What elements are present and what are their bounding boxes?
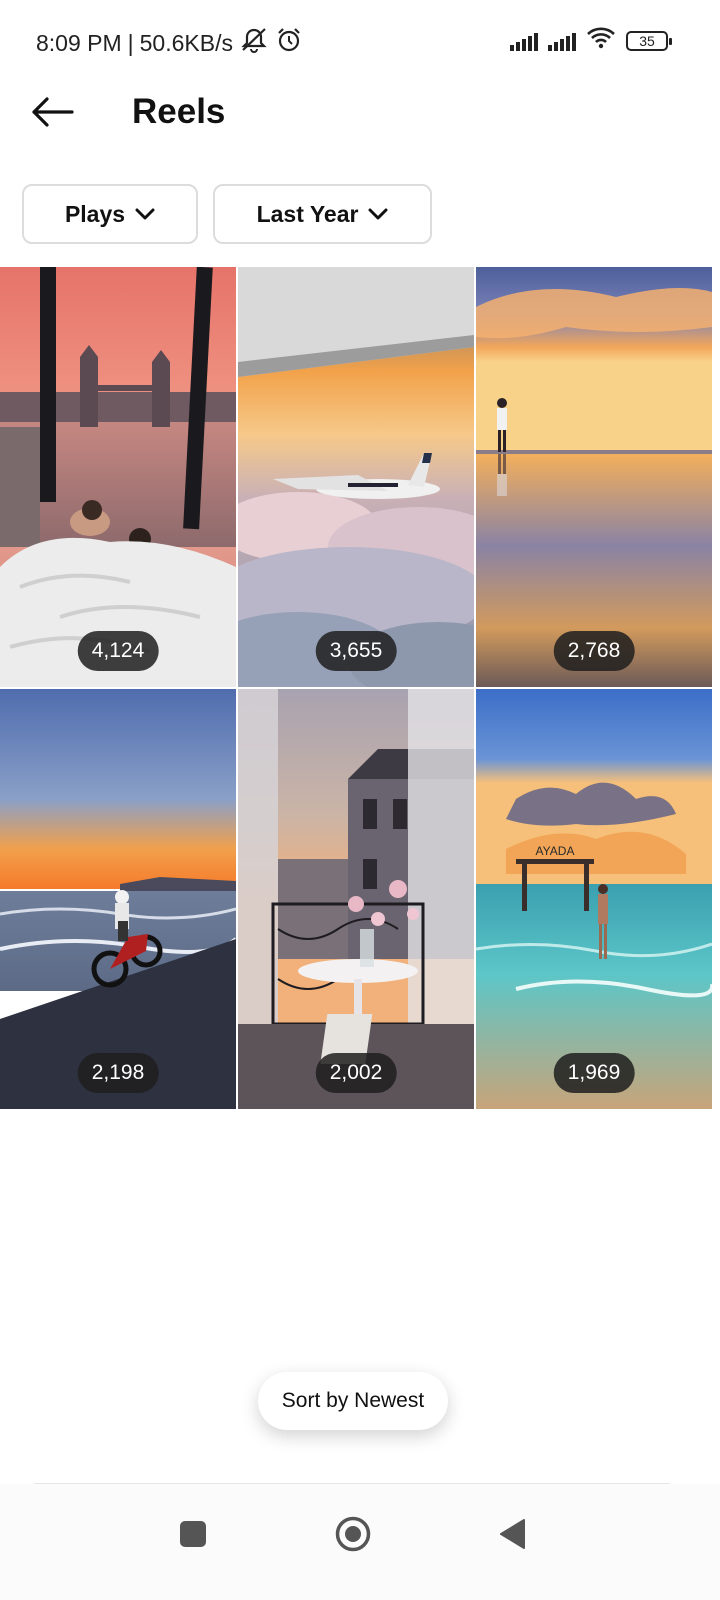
reel-tile[interactable]: 2,002 — [238, 689, 474, 1109]
reel-thumbnail — [238, 267, 474, 687]
status-bar: 8:09 PM | 50.6KB/s 35 — [0, 0, 720, 80]
signal-icon — [548, 31, 576, 51]
reel-thumbnail — [0, 689, 236, 1109]
period-filter-dropdown[interactable]: Last Year — [213, 184, 432, 244]
reel-thumbnail — [476, 267, 712, 687]
wifi-icon — [586, 26, 616, 55]
reel-tile[interactable]: 4,124 — [0, 267, 236, 687]
arrow-left-icon — [32, 97, 74, 127]
reel-sign-text: AYADA — [536, 844, 575, 858]
play-count-badge: 4,124 — [77, 631, 159, 671]
metric-filter-dropdown[interactable]: Plays — [22, 184, 198, 244]
reel-tile[interactable]: AYADA 1,969 — [476, 689, 712, 1109]
play-count-badge: 2,002 — [315, 1053, 397, 1093]
triangle-back-icon — [500, 1519, 525, 1549]
reel-thumbnail — [238, 689, 474, 1109]
system-nav-bar — [0, 1484, 720, 1600]
signal-icon — [510, 31, 538, 51]
reel-thumbnail: AYADA — [476, 689, 712, 1109]
status-time: 8:09 PM — [36, 29, 122, 56]
status-speed: 50.6KB/s — [139, 29, 233, 56]
square-icon — [180, 1521, 206, 1547]
reel-tile[interactable]: 2,768 — [476, 267, 712, 687]
circle-icon — [335, 1516, 371, 1552]
page-title: Reels — [132, 92, 226, 131]
status-left: 8:09 PM | 50.6KB/s — [36, 26, 303, 60]
recents-button[interactable] — [165, 1506, 221, 1562]
reel-tile[interactable]: 2,198 — [0, 689, 236, 1109]
battery-icon: 35 — [626, 30, 672, 51]
status-separator: | — [127, 29, 134, 56]
status-right: 35 — [510, 26, 672, 55]
play-count-badge: 1,969 — [553, 1053, 635, 1093]
chevron-down-icon — [135, 208, 155, 220]
period-filter-label: Last Year — [256, 200, 359, 227]
sort-button[interactable]: Sort by Newest — [258, 1372, 448, 1430]
reel-thumbnail — [0, 267, 236, 687]
chevron-down-icon — [368, 208, 388, 220]
play-count-badge: 2,768 — [553, 631, 635, 671]
nav-back-button[interactable] — [484, 1506, 540, 1562]
mute-icon — [239, 26, 269, 60]
reels-grid: 4,124 3,655 2,768 2,198 2,002 AYADA 1,96… — [0, 267, 720, 1109]
alarm-icon — [275, 26, 303, 60]
back-button[interactable] — [24, 90, 80, 134]
home-button[interactable] — [325, 1506, 381, 1562]
header: Reels — [0, 80, 720, 150]
play-count-badge: 3,655 — [315, 631, 397, 671]
play-count-badge: 2,198 — [77, 1053, 159, 1093]
reel-tile[interactable]: 3,655 — [238, 267, 474, 687]
battery-level: 35 — [639, 32, 655, 49]
metric-filter-label: Plays — [64, 200, 126, 227]
